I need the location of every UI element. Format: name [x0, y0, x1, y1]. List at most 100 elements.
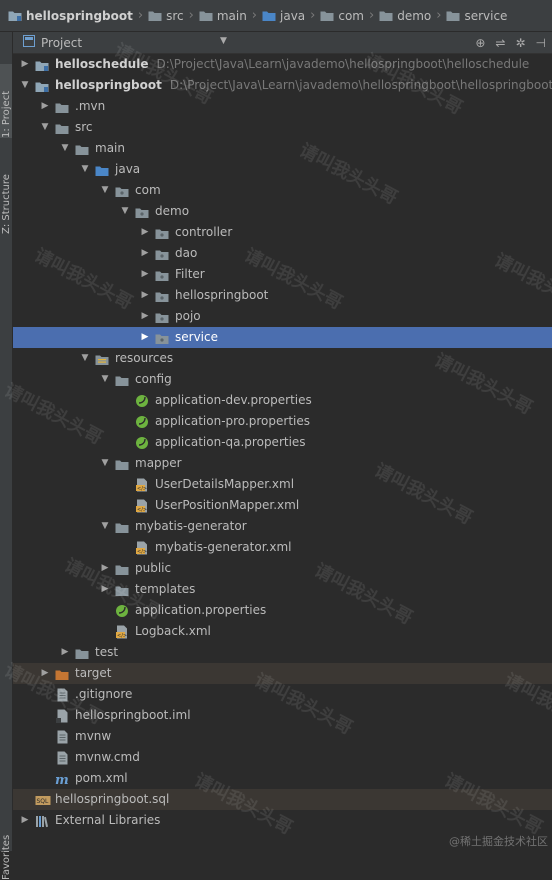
collapse-all-icon[interactable]: ⇌: [495, 36, 505, 50]
breadcrumb-separator: ›: [188, 8, 194, 23]
breadcrumb-label: src: [166, 8, 184, 23]
tree-node-label: .gitignore: [75, 687, 133, 701]
tree-node-controller[interactable]: ▶ controller: [13, 222, 552, 243]
favorites-tool-tab[interactable]: Favorites: [0, 810, 12, 880]
tree-node-label: application-pro.properties: [155, 414, 310, 428]
tree-node-label: mvnw: [75, 729, 112, 743]
tree-node-mvnw-cmd[interactable]: mvnw.cmd: [13, 747, 552, 768]
package-icon: [155, 310, 169, 323]
expand-arrow-down-icon[interactable]: ▼: [99, 516, 111, 537]
locate-icon[interactable]: ⊕: [475, 36, 485, 50]
breadcrumb-item-service[interactable]: service: [442, 0, 511, 31]
expand-arrow-right-icon[interactable]: ▶: [139, 327, 151, 348]
expand-arrow-right-icon[interactable]: ▶: [19, 810, 31, 831]
expand-arrow-down-icon[interactable]: ▼: [79, 348, 91, 369]
structure-tool-tab[interactable]: Z: Structure: [0, 156, 12, 234]
expand-arrow-right-icon[interactable]: ▶: [139, 243, 151, 264]
tree-node-mapper[interactable]: ▼ mapper: [13, 453, 552, 474]
gear-icon[interactable]: ✲: [515, 36, 525, 50]
expand-arrow-right-icon[interactable]: ▶: [139, 264, 151, 285]
expand-arrow-down-icon[interactable]: ▼: [119, 201, 131, 222]
source-folder-icon: [262, 9, 276, 22]
text-file-icon: [55, 688, 69, 702]
folder-icon: [148, 9, 162, 22]
tree-node-test[interactable]: ▶ test: [13, 642, 552, 663]
tree-node-mvn[interactable]: ▶ .mvn: [13, 96, 552, 117]
breadcrumb-label: main: [216, 8, 247, 23]
chevron-down-icon[interactable]: ▼: [220, 36, 227, 46]
tree-node-mybatis-generator[interactable]: ▼ mybatis-generator: [13, 516, 552, 537]
hide-panel-icon[interactable]: ⊣: [536, 36, 546, 50]
breadcrumb-item-java[interactable]: java: [258, 0, 309, 31]
breadcrumb-item-main[interactable]: main: [195, 0, 251, 31]
expand-arrow-down-icon[interactable]: ▼: [19, 75, 31, 96]
excluded-folder-icon: [55, 667, 69, 680]
tree-node-dao[interactable]: ▶ dao: [13, 243, 552, 264]
breadcrumb-item-com[interactable]: com: [316, 0, 368, 31]
breadcrumb-item-hellospringboot[interactable]: hellospringboot: [4, 0, 137, 31]
expand-arrow-down-icon[interactable]: ▼: [99, 453, 111, 474]
tree-node-userpositionmapper-xml[interactable]: </> UserPositionMapper.xml: [13, 495, 552, 516]
tree-node-com[interactable]: ▼ com: [13, 180, 552, 201]
tree-node-filter[interactable]: ▶ Filter: [13, 264, 552, 285]
tree-node-pojo[interactable]: ▶ pojo: [13, 306, 552, 327]
tree-node-external-libraries[interactable]: ▶ External Libraries: [13, 810, 552, 831]
expand-arrow-right-icon[interactable]: ▶: [99, 579, 111, 600]
folder-icon: [446, 9, 460, 22]
folder-icon: [75, 646, 89, 659]
tree-node-public[interactable]: ▶ public: [13, 558, 552, 579]
tree-node-application-dev-properties[interactable]: application-dev.properties: [13, 390, 552, 411]
tree-node-application-qa-properties[interactable]: application-qa.properties: [13, 432, 552, 453]
tree-node-service[interactable]: ▶ service: [13, 327, 552, 348]
svg-text:</>: </>: [137, 486, 147, 492]
tree-node-application-pro-properties[interactable]: application-pro.properties: [13, 411, 552, 432]
expand-arrow-down-icon[interactable]: ▼: [79, 159, 91, 180]
tree-node-templates[interactable]: ▶ templates: [13, 579, 552, 600]
folder-icon: [199, 9, 213, 22]
tree-node-mvnw[interactable]: mvnw: [13, 726, 552, 747]
breadcrumb-item-demo[interactable]: demo: [375, 0, 435, 31]
tree-node-hellospringboot[interactable]: ▼ hellospringboot D:\Project\Java\Learn\ja…: [13, 75, 552, 96]
expand-arrow-down-icon[interactable]: ▼: [59, 138, 71, 159]
tree-node-application-properties[interactable]: application.properties: [13, 600, 552, 621]
tree-node-label: mybatis-generator.xml: [155, 540, 292, 554]
folder-icon: [55, 121, 69, 134]
tree-node-src[interactable]: ▼ src: [13, 117, 552, 138]
tree-node-logback-xml[interactable]: </> Logback.xml: [13, 621, 552, 642]
tree-node-target[interactable]: ▶ target: [13, 663, 552, 684]
expand-arrow-right-icon[interactable]: ▶: [39, 663, 51, 684]
tree-node-label: demo: [155, 204, 190, 218]
site-watermark: @稀土掘金技术社区: [449, 835, 548, 848]
tree-node-helloschedule[interactable]: ▶ helloschedule D:\Project\Java\Learn\java…: [13, 54, 552, 75]
folder-icon: [75, 142, 89, 155]
expand-arrow-right-icon[interactable]: ▶: [99, 558, 111, 579]
project-tool-tab[interactable]: 1: Project: [0, 64, 12, 138]
tree-node-hellospringboot-sql[interactable]: SQL hellospringboot.sql: [13, 789, 552, 810]
expand-arrow-down-icon[interactable]: ▼: [99, 369, 111, 390]
expand-arrow-right-icon[interactable]: ▶: [39, 96, 51, 117]
expand-arrow-right-icon[interactable]: ▶: [19, 54, 31, 75]
expand-arrow-right-icon[interactable]: ▶: [139, 285, 151, 306]
expand-arrow-right-icon[interactable]: ▶: [139, 306, 151, 327]
tree-node-java[interactable]: ▼ java: [13, 159, 552, 180]
tree-node-config[interactable]: ▼ config: [13, 369, 552, 390]
tree-node-hellospringboot-iml[interactable]: hellospringboot.iml: [13, 705, 552, 726]
tree-node-label: main: [95, 141, 125, 155]
tree-node-hellospringboot[interactable]: ▶ hellospringboot: [13, 285, 552, 306]
package-icon: [115, 184, 129, 197]
breadcrumb-label: demo: [397, 8, 432, 23]
tree-node-userdetailsmapper-xml[interactable]: </> UserDetailsMapper.xml: [13, 474, 552, 495]
tree-node-resources[interactable]: ▼ resources: [13, 348, 552, 369]
expand-arrow-right-icon[interactable]: ▶: [139, 222, 151, 243]
tree-node-gitignore[interactable]: .gitignore: [13, 684, 552, 705]
tree-node-mybatis-generator-xml[interactable]: </> mybatis-generator.xml: [13, 537, 552, 558]
tree-node-pom-xml[interactable]: m pom.xml: [13, 768, 552, 789]
expand-arrow-down-icon[interactable]: ▼: [99, 180, 111, 201]
project-view-selector[interactable]: Project: [41, 36, 82, 50]
breadcrumb-item-src[interactable]: src: [144, 0, 188, 31]
tree-node-demo[interactable]: ▼ demo: [13, 201, 552, 222]
tree-node-label: Logback.xml: [135, 624, 211, 638]
expand-arrow-right-icon[interactable]: ▶: [59, 642, 71, 663]
expand-arrow-down-icon[interactable]: ▼: [39, 117, 51, 138]
tree-node-main[interactable]: ▼ main: [13, 138, 552, 159]
